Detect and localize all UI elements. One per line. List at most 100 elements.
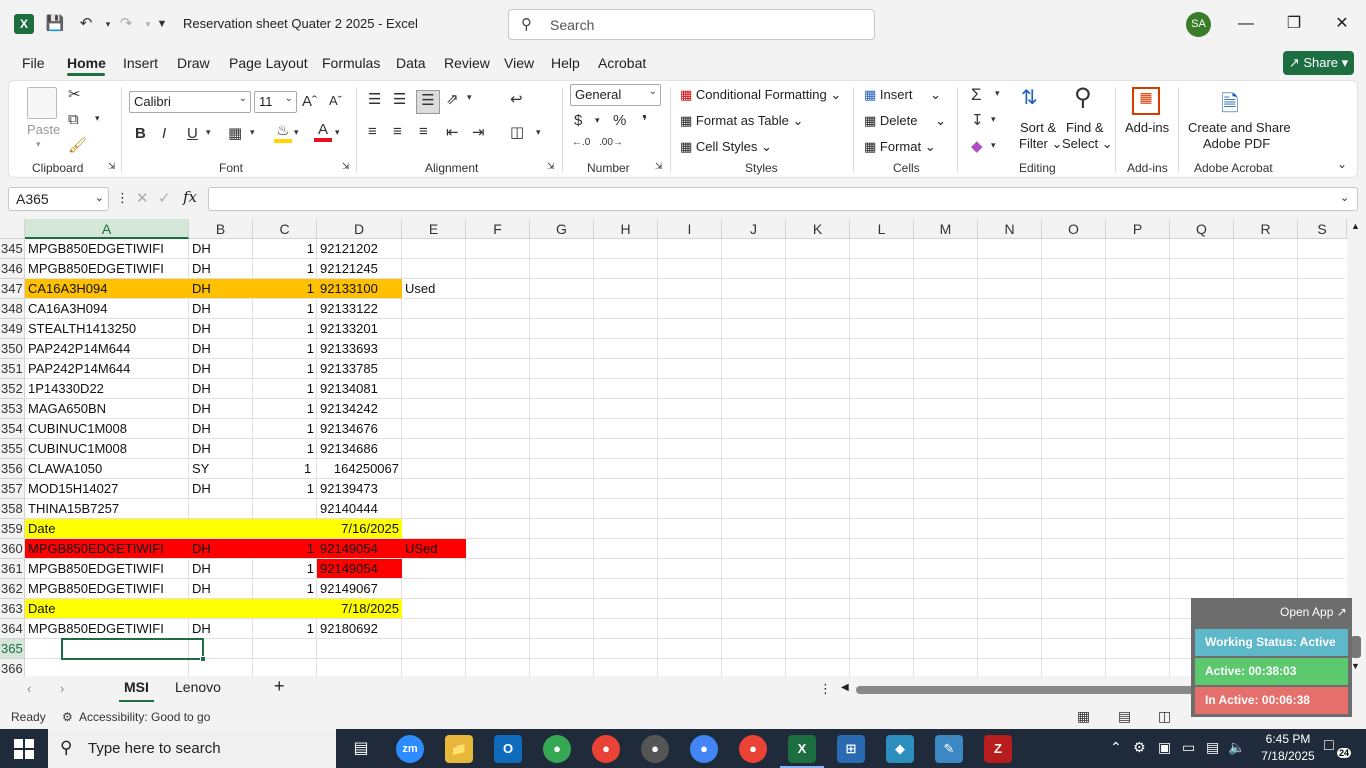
column-header-s[interactable]: S <box>1298 219 1347 239</box>
cell-a[interactable]: THINA15B7257 <box>25 499 189 519</box>
clock[interactable]: 6:45 PM 7/18/2025 <box>1255 731 1321 765</box>
cell-d[interactable]: 92133100 <box>317 279 402 299</box>
more-icon[interactable]: ⋮ <box>116 190 129 206</box>
create-share-label-2[interactable]: Adobe PDF <box>1203 136 1270 151</box>
cell-b[interactable]: DH <box>189 239 253 259</box>
chrome-icon[interactable]: ● <box>641 735 669 763</box>
clear-dropdown-icon[interactable]: ▾ <box>991 140 996 151</box>
cell-d[interactable]: 92149054 <box>317 539 402 559</box>
page-layout-view-icon[interactable]: ▤ <box>1118 708 1131 725</box>
vertical-scroll-thumb[interactable] <box>1351 636 1361 658</box>
add-sheet-button[interactable]: + <box>274 676 285 697</box>
row-header[interactable]: 348 <box>0 299 25 319</box>
column-header-c[interactable]: C <box>253 219 317 239</box>
cell-a[interactable]: MPGB850EDGETIWIFI <box>25 239 189 259</box>
accessibility-status[interactable]: Accessibility: Good to go <box>79 710 210 724</box>
cell-b[interactable]: DH <box>189 399 253 419</box>
cell-a[interactable]: MPGB850EDGETIWIFI <box>25 619 189 639</box>
cell-a[interactable] <box>25 659 189 676</box>
cell-d[interactable]: 92134676 <box>317 419 402 439</box>
cell-b[interactable]: DH <box>189 419 253 439</box>
page-break-view-icon[interactable]: ◫ <box>1158 708 1171 725</box>
row-header[interactable]: 364 <box>0 619 25 639</box>
chrome-icon[interactable]: ● <box>543 735 571 763</box>
cell-d[interactable]: 92149054 <box>317 559 402 579</box>
align-center-icon[interactable]: ≡ <box>393 123 402 140</box>
row-header[interactable]: 362 <box>0 579 25 599</box>
tray-app-icon[interactable]: ⚙ <box>1133 739 1146 756</box>
tab-view[interactable]: View <box>504 55 534 71</box>
column-header-l[interactable]: L <box>850 219 914 239</box>
cell-e[interactable] <box>402 319 466 339</box>
windows-start-icon[interactable] <box>14 739 34 759</box>
save-icon[interactable]: 💾 <box>43 12 67 36</box>
clear-icon[interactable]: ◆ <box>971 137 983 155</box>
cell-d[interactable]: 92133693 <box>317 339 402 359</box>
cell-b[interactable]: DH <box>189 579 253 599</box>
cell-b[interactable] <box>189 659 253 676</box>
column-header-e[interactable]: E <box>402 219 466 239</box>
cell-e[interactable] <box>402 599 466 619</box>
filezilla-icon[interactable]: Z <box>984 735 1012 763</box>
align-right-icon[interactable]: ≡ <box>419 123 428 140</box>
sort-filter-icon[interactable]: ⇅ <box>1021 85 1038 110</box>
cell-a[interactable]: CUBINUC1M008 <box>25 419 189 439</box>
column-header-h[interactable]: H <box>594 219 658 239</box>
format-painter-icon[interactable]: 🖌 <box>68 136 87 154</box>
column-header-m[interactable]: M <box>914 219 978 239</box>
cell-c[interactable]: 1 <box>253 619 317 639</box>
search-box[interactable]: ⚲ Search <box>508 9 875 40</box>
autosum-dropdown-icon[interactable]: ▾ <box>995 88 1000 99</box>
restore-icon[interactable]: ❐ <box>1279 10 1309 38</box>
cell-d[interactable]: 92133201 <box>317 319 402 339</box>
cell-e[interactable] <box>402 359 466 379</box>
cell-d[interactable]: 164250067 <box>317 459 402 479</box>
cell-b[interactable]: DH <box>189 539 253 559</box>
copy-icon[interactable]: ⧉ <box>68 111 79 128</box>
cell-d[interactable]: 92133785 <box>317 359 402 379</box>
minimize-icon[interactable]: — <box>1231 10 1261 38</box>
column-header-a[interactable]: A <box>25 219 189 239</box>
enter-icon[interactable]: ✓ <box>158 189 171 207</box>
number-launcher-icon[interactable]: ⇲ <box>655 161 663 172</box>
cell-e[interactable] <box>402 299 466 319</box>
align-middle-icon[interactable]: ☰ <box>393 90 406 108</box>
cell-b[interactable] <box>189 499 253 519</box>
cell-e[interactable] <box>402 379 466 399</box>
taskbar-search[interactable]: ⚲ Type here to search <box>48 729 336 768</box>
cell-e[interactable] <box>402 619 466 639</box>
tab-acrobat[interactable]: Acrobat <box>598 55 646 71</box>
row-header[interactable]: 346 <box>0 259 25 279</box>
share-button[interactable]: ↗ Share ▾ <box>1283 51 1354 75</box>
cell-c[interactable]: 1 <box>253 559 317 579</box>
cell-d[interactable]: 92139473 <box>317 479 402 499</box>
row-header[interactable]: 352 <box>0 379 25 399</box>
delete-cells-button[interactable]: ▦ Delete ⌄ <box>864 113 946 129</box>
tray-expand-icon[interactable]: ⌃ <box>1110 739 1122 756</box>
cell-a[interactable]: MPGB850EDGETIWIFI <box>25 579 189 599</box>
wrap-text-icon[interactable]: ↩ <box>510 90 523 108</box>
cell-e[interactable] <box>402 499 466 519</box>
fill-handle[interactable] <box>200 656 206 662</box>
row-header[interactable]: 366 <box>0 659 25 676</box>
cell-c[interactable]: 1 <box>253 299 317 319</box>
cell-b[interactable] <box>189 519 253 539</box>
cell-c[interactable]: 1 <box>253 279 317 299</box>
font-name-combo[interactable]: Calibri ⌄ <box>129 91 251 113</box>
increase-decimal-icon[interactable]: ←.0 <box>572 137 590 148</box>
add-ins-button-label[interactable]: Add-ins <box>1125 120 1169 135</box>
column-header-p[interactable]: P <box>1106 219 1170 239</box>
font-color-dropdown-icon[interactable]: ▾ <box>335 127 340 138</box>
tab-file[interactable]: File <box>22 55 45 71</box>
scroll-up-icon[interactable]: ▲ <box>1351 221 1360 231</box>
cell-b[interactable]: SY <box>189 459 253 479</box>
clipboard-launcher-icon[interactable]: ⇲ <box>108 161 116 172</box>
volume-icon[interactable]: 🔈 <box>1228 739 1245 756</box>
cell-a[interactable]: PAP242P14M644 <box>25 339 189 359</box>
tab-page-layout[interactable]: Page Layout <box>229 55 308 71</box>
cell-a[interactable]: MPGB850EDGETIWIFI <box>25 539 189 559</box>
cell-a[interactable]: CA16A3H094 <box>25 279 189 299</box>
cell-c[interactable]: 1 <box>253 579 317 599</box>
fill-color-icon[interactable]: ♨ <box>274 121 292 143</box>
conditional-formatting-button[interactable]: ▦ Conditional Formatting ⌄ <box>680 87 841 103</box>
